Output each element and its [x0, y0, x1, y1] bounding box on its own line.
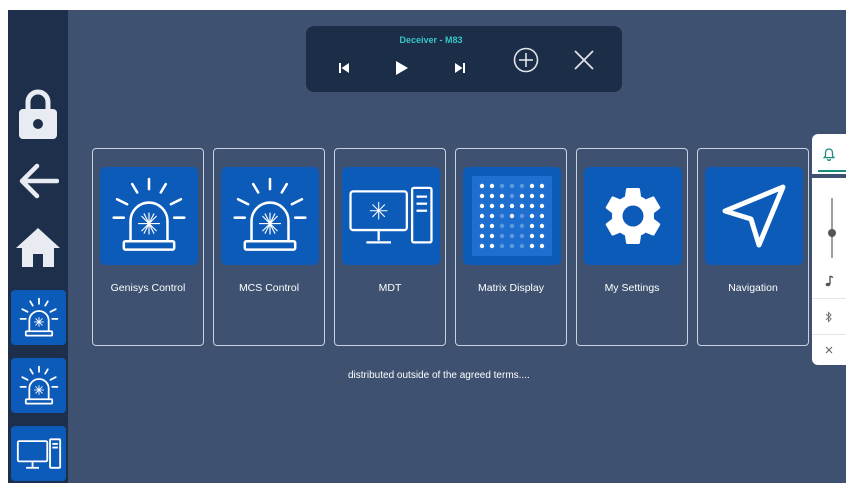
add-circle-icon: [513, 47, 539, 73]
previous-button[interactable]: [334, 58, 354, 78]
bluetooth-icon: [825, 311, 832, 323]
previous-icon: [339, 63, 349, 73]
quick-settings-panel: [812, 178, 846, 365]
next-button[interactable]: [450, 58, 470, 78]
app-label: MCS Control: [238, 282, 300, 294]
computer-icon: [349, 186, 433, 244]
lock-icon: [19, 89, 57, 139]
siren-icon: [112, 177, 186, 251]
computer-icon: [16, 437, 61, 469]
volume-slider[interactable]: [812, 178, 846, 268]
sidebar-mcs-shortcut[interactable]: [11, 358, 66, 413]
app-tile-navigation[interactable]: Navigation: [697, 148, 809, 346]
play-button[interactable]: [390, 56, 414, 80]
close-player-button[interactable]: [570, 46, 598, 74]
sidebar: [8, 10, 68, 483]
bluetooth-button[interactable]: [812, 302, 846, 332]
app-tile-matrix-display[interactable]: Matrix Display: [455, 148, 567, 346]
volume-slider-knob[interactable]: [828, 228, 836, 237]
music-button[interactable]: [812, 266, 846, 296]
add-button[interactable]: [512, 46, 540, 74]
home-icon: [16, 228, 60, 267]
home-button[interactable]: [8, 222, 68, 272]
notifications-button[interactable]: [812, 134, 846, 174]
back-button[interactable]: [8, 156, 68, 206]
app-tile-my-settings[interactable]: My Settings: [576, 148, 688, 346]
close-icon: [574, 50, 594, 70]
media-player: Deceiver - M83: [306, 26, 622, 92]
app-label: MDT: [378, 282, 402, 294]
close-icon: [825, 346, 833, 354]
siren-icon: [19, 297, 58, 336]
app-tile-mdt[interactable]: MDT: [334, 148, 446, 346]
sidebar-mdt-shortcut[interactable]: [11, 426, 66, 481]
siren-icon: [233, 177, 307, 251]
track-title: Deceiver - M83: [399, 35, 463, 45]
back-arrow-icon: [19, 163, 59, 199]
next-icon: [455, 63, 465, 73]
gear-icon: [605, 187, 661, 244]
app-tile-mcs-control[interactable]: MCS Control: [213, 148, 325, 346]
matrix-m-icon: [472, 176, 552, 256]
app-label: Matrix Display: [478, 282, 544, 294]
music-note-icon: [825, 275, 834, 287]
app-label: My Settings: [604, 282, 660, 294]
close-quick-settings-button[interactable]: [812, 336, 846, 364]
app-screen: Deceiver - M83 Genisys Control MCS Contr…: [8, 10, 846, 483]
app-label: Genisys Control: [110, 282, 186, 294]
navigation-arrow-icon: [722, 184, 786, 248]
app-label: Navigation: [728, 282, 778, 294]
lock-button[interactable]: [8, 84, 68, 144]
siren-icon: [19, 365, 58, 404]
play-icon: [396, 61, 408, 75]
app-tile-genisys-control[interactable]: Genisys Control: [92, 148, 204, 346]
bell-icon: [823, 147, 835, 161]
sidebar-genisys-shortcut[interactable]: [11, 290, 66, 345]
notice-text: distributed outside of the agreed terms.…: [348, 370, 530, 381]
